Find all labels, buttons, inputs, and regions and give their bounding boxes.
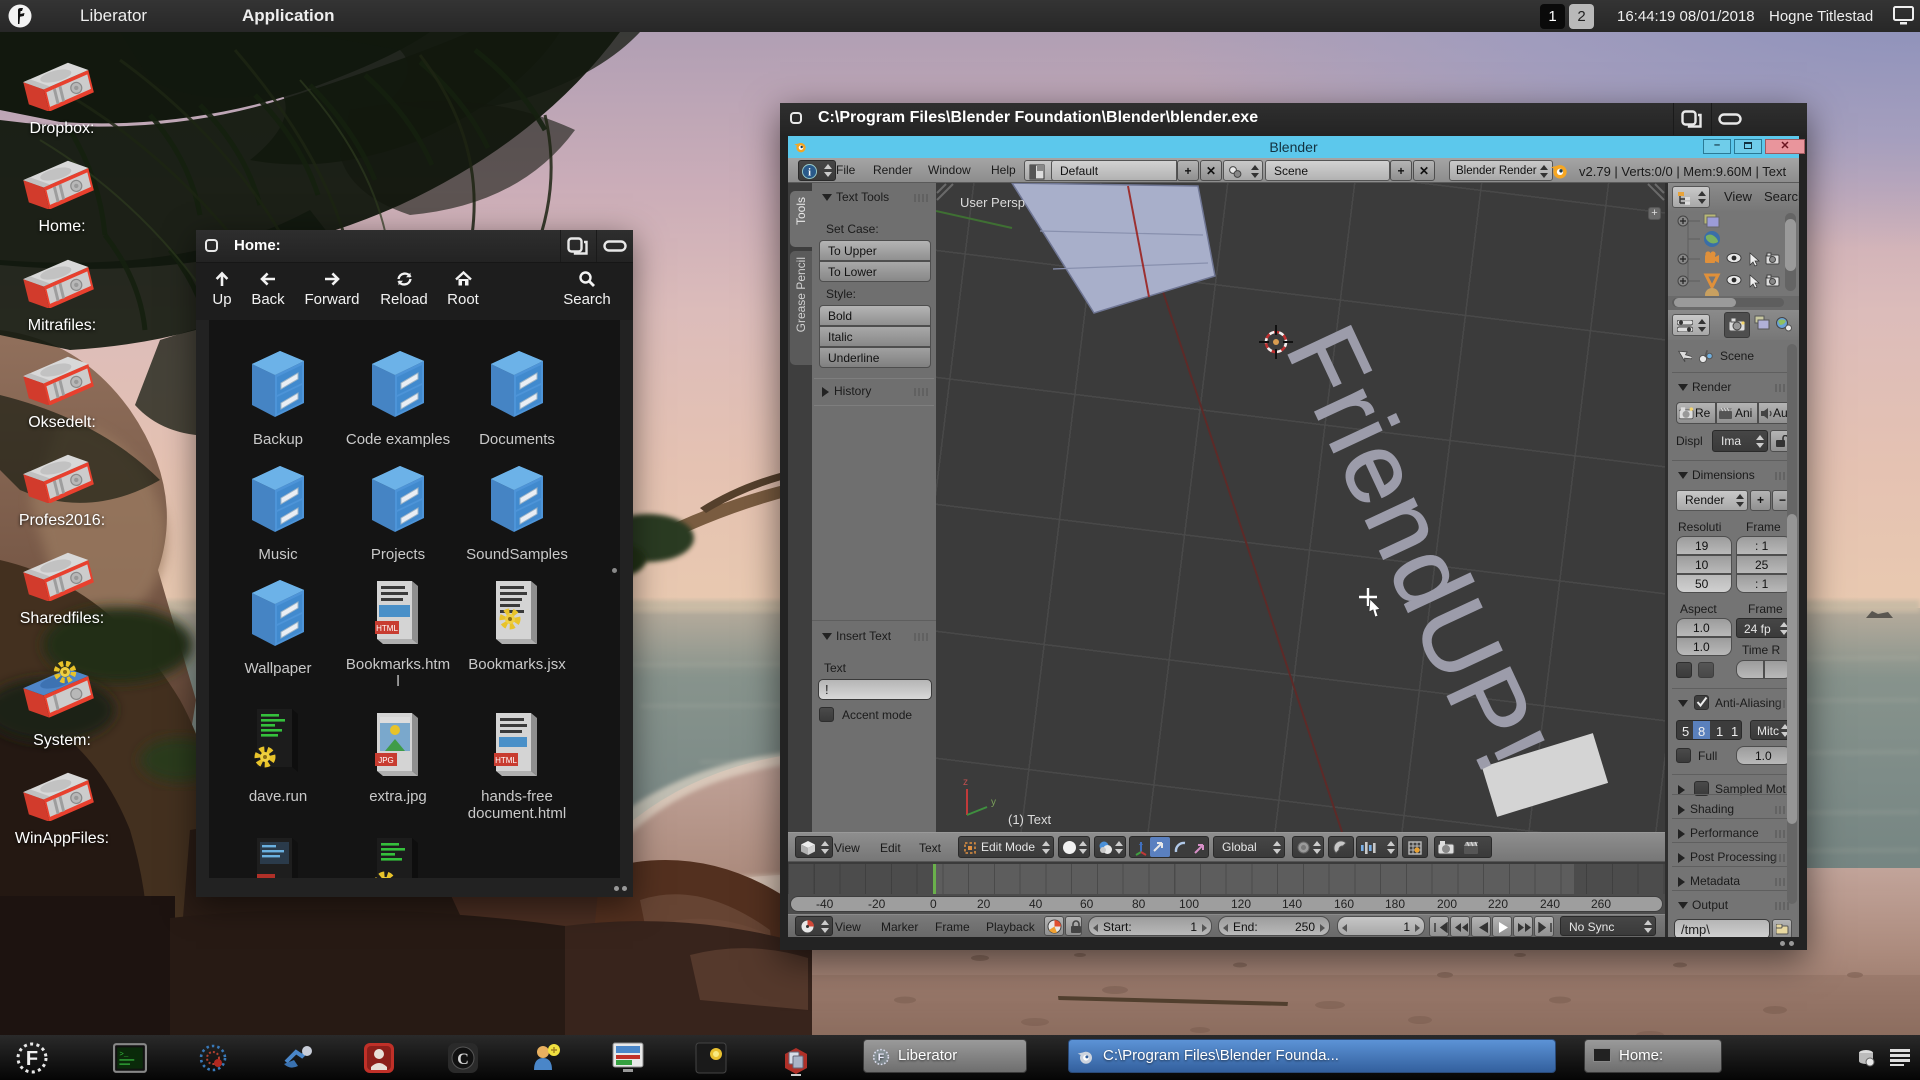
svg-text:C: C [457,1051,469,1068]
svg-text:HTML: HTML [376,624,398,633]
svg-text:F: F [878,1052,885,1064]
svg-text:JPG: JPG [378,756,394,765]
svg-text:y: y [991,797,996,808]
svg-text:F: F [26,1048,38,1070]
svg-text:z: z [963,777,968,788]
svg-text:HTML: HTML [495,756,517,765]
svg-text:>_: >_ [119,1051,128,1059]
